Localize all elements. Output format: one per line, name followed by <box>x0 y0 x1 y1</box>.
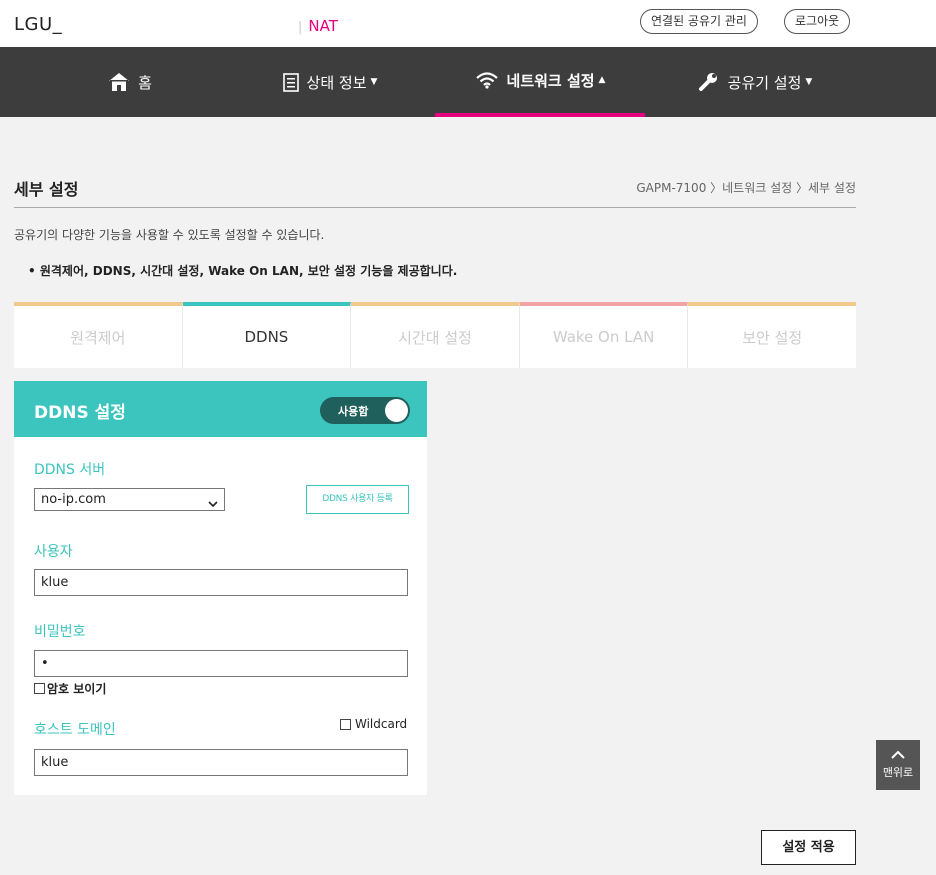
nav-network[interactable]: 네트워크 설정 ▲ <box>435 47 645 117</box>
nav-router-settings[interactable]: 공유기 설정 ▼ <box>650 47 860 117</box>
top-bar: LGU_ | NAT 연결된 공유기 관리 로그아웃 <box>0 0 936 47</box>
ddns-server-select[interactable]: no-ip.com <box>34 488 225 511</box>
mode-indicator: | NAT <box>298 17 338 35</box>
apply-settings-button[interactable]: 설정 적용 <box>761 830 856 865</box>
mode-label: NAT <box>308 17 338 35</box>
user-label: 사용자 <box>34 544 73 560</box>
mode-separator: | <box>298 20 303 35</box>
user-input[interactable]: klue <box>34 569 408 596</box>
host-domain-label: 호스트 도메인 <box>34 722 116 738</box>
breadcrumb: GAPM-7100 〉네트워크 설정 〉세부 설정 <box>636 181 856 195</box>
tab-timezone[interactable]: 시간대 설정 <box>351 302 520 368</box>
back-to-top-button[interactable]: 맨위로 <box>876 740 920 790</box>
feature-bullet: • 원격제어, DDNS, 시간대 설정, Wake On LAN, 보안 설정… <box>28 264 458 278</box>
document-icon <box>282 72 299 92</box>
wifi-icon <box>475 71 499 89</box>
ddns-enable-toggle[interactable]: 사용함 <box>320 397 410 424</box>
show-password-label: 암호 보이기 <box>47 682 107 696</box>
back-to-top-label: 맨위로 <box>882 766 914 779</box>
main-nav: 홈 상태 정보 ▼ 네트워크 설정 ▲ 공유기 설정 ▼ <box>0 47 936 117</box>
password-label: 비밀번호 <box>34 624 86 640</box>
wildcard-label: Wildcard <box>355 717 408 731</box>
nav-status-label: 상태 정보 <box>306 73 367 92</box>
show-password-checkbox[interactable] <box>34 683 45 694</box>
toggle-label: 사용함 <box>338 405 369 418</box>
chevron-down-icon: ▼ <box>805 77 813 87</box>
nav-home[interactable]: 홈 <box>40 47 220 117</box>
ddns-panel-title: DDNS 설정 <box>34 403 126 423</box>
brand-logo: LGU_ <box>14 14 63 35</box>
wrench-icon <box>698 72 720 92</box>
host-domain-input[interactable]: klue <box>34 749 408 776</box>
home-icon <box>108 72 130 92</box>
toggle-knob <box>385 399 408 422</box>
manage-routers-button[interactable]: 연결된 공유기 관리 <box>640 9 758 34</box>
nav-home-label: 홈 <box>138 73 152 92</box>
chevron-up-icon <box>876 749 920 762</box>
password-input[interactable]: • <box>34 650 408 677</box>
tab-ddns[interactable]: DDNS <box>182 302 352 368</box>
ddns-register-button[interactable]: DDNS 사용자 등록 <box>306 485 409 514</box>
tab-wake-on-lan[interactable]: Wake On LAN <box>519 302 689 368</box>
chevron-up-icon: ▲ <box>598 75 606 85</box>
show-password-option[interactable]: 암호 보이기 <box>34 680 106 697</box>
title-divider <box>14 207 856 208</box>
logout-button[interactable]: 로그아웃 <box>784 9 851 34</box>
nav-status[interactable]: 상태 정보 ▼ <box>230 47 430 117</box>
nav-router-label: 공유기 설정 <box>727 73 802 92</box>
settings-tabs: 원격제어 DDNS 시간대 설정 Wake On LAN 보안 설정 <box>14 302 856 368</box>
page-description: 공유기의 다양한 기능을 사용할 수 있도록 설정할 수 있습니다. <box>14 228 325 242</box>
chevron-down-icon: ▼ <box>370 77 378 87</box>
ddns-server-value: no-ip.com <box>41 492 106 507</box>
ddns-server-label: DDNS 서버 <box>34 462 106 478</box>
nav-network-label: 네트워크 설정 <box>506 71 595 90</box>
wildcard-option[interactable]: Wildcard <box>340 717 407 731</box>
wildcard-checkbox[interactable] <box>340 718 351 730</box>
chevron-down-icon <box>208 496 218 514</box>
ddns-panel-header: DDNS 설정 사용함 <box>14 381 427 437</box>
ddns-panel: DDNS 설정 사용함 DDNS 서버 no-ip.com DDNS 사용자 등… <box>14 381 427 795</box>
tab-remote-control[interactable]: 원격제어 <box>14 302 183 368</box>
page-title: 세부 설정 <box>14 180 79 199</box>
tab-security[interactable]: 보안 설정 <box>688 302 856 368</box>
